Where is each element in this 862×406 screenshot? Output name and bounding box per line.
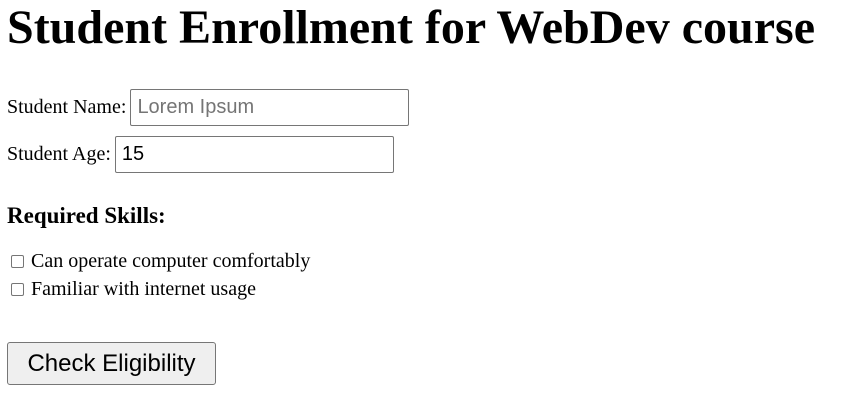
student-age-row: Student Age: [7, 136, 394, 173]
skill-label-internet: Familiar with internet usage [31, 277, 256, 300]
skill-item-internet: Familiar with internet usage [7, 277, 256, 301]
student-name-input[interactable] [130, 89, 410, 126]
page-title: Student Enrollment for WebDev course [7, 1, 816, 54]
student-name-label: Student Name: [7, 96, 127, 118]
required-skills-heading: Required Skills: [7, 203, 166, 228]
student-name-row: Student Name: [7, 89, 410, 126]
skill-checkbox-computer[interactable] [11, 254, 24, 268]
skill-item-computer: Can operate computer comfortably [7, 249, 310, 273]
check-eligibility-button[interactable]: Check Eligibility [7, 342, 216, 385]
student-age-label: Student Age: [7, 143, 111, 165]
skill-checkbox-internet[interactable] [11, 282, 24, 296]
skill-label-computer: Can operate computer comfortably [31, 249, 311, 272]
student-age-input[interactable] [114, 136, 394, 173]
